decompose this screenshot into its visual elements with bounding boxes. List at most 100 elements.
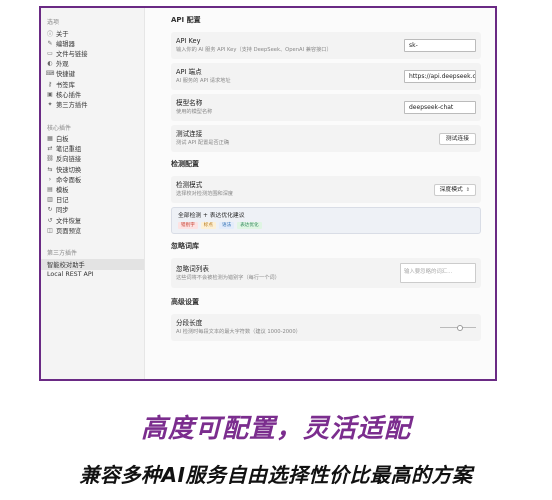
strategy-badge: 错别字 <box>178 222 198 229</box>
folder-icon: ▭ <box>47 49 53 57</box>
calendar-icon: ▥ <box>47 196 53 204</box>
mode-label: 检测模式 <box>176 181 203 189</box>
preview-icon: ◫ <box>47 226 53 234</box>
sidebar-item[interactable]: ⇆ 快速切换 <box>41 164 144 174</box>
sidebar-item[interactable]: ↻ 同步 <box>41 205 144 215</box>
sidebar-item[interactable]: ↺ 文件恢复 <box>41 215 144 225</box>
test-row: 测试连接 测试 API 配置是否正确 测试连接 <box>171 125 481 152</box>
tagline-primary: 高度可配置，灵活适配 <box>140 414 411 444</box>
strategy-badge: 标点 <box>200 222 216 229</box>
ignore-textarea[interactable]: 输入要忽略的词汇... <box>400 263 476 283</box>
sidebar-item-label: 笔记重组 <box>56 146 82 154</box>
ignore-label: 忽略词列表 <box>176 264 209 273</box>
sidebar-item-label: 反向链接 <box>56 156 82 164</box>
sidebar-item[interactable]: ▭ 文件与链接 <box>41 48 144 58</box>
slider-thumb[interactable] <box>456 324 463 331</box>
sidebar-item-label: 白板 <box>56 136 69 144</box>
sidebar-item[interactable]: 智能校对助手 <box>41 259 144 270</box>
mode-select-value: 深度模式 <box>439 186 463 193</box>
sidebar-section-core: 核心插件 <box>47 124 72 132</box>
chevron-updown-icon: ⇕ <box>465 186 470 193</box>
sidebar-item-label: 核心插件 <box>56 91 82 99</box>
sidebar-item-label: 外观 <box>56 61 69 69</box>
plugin-icon: ▣ <box>47 90 53 98</box>
sidebar-item[interactable]: ▤ 模板 <box>41 184 144 194</box>
sidebar-item[interactable]: ✎ 编辑器 <box>41 38 144 48</box>
strategy-badges: 错别字 标点 语法 表达优化 <box>178 222 474 229</box>
sidebar-item-label: 编辑器 <box>56 40 75 48</box>
strategy-badge: 表达优化 <box>237 222 262 229</box>
sidebar-item-label: 文件与链接 <box>56 50 88 58</box>
sidebar-item[interactable]: ⓘ 关于 <box>41 28 144 38</box>
arrows-icon: ⇄ <box>47 145 53 153</box>
model-label: 模型名称 <box>176 99 203 107</box>
key-icon: ⚷ <box>47 80 53 88</box>
ignore-row: 忽略词列表 这些词将不会被检测为错别字（每行一个词） 输入要忽略的词汇... <box>171 258 481 288</box>
model-desc: 使用的模型名称 <box>176 109 213 115</box>
endpoint-label: API 端点 <box>176 68 202 76</box>
api-key-input[interactable]: sk- <box>404 39 476 52</box>
strategy-title: 全部检测 + 表达优化建议 <box>178 213 245 219</box>
sidebar-item[interactable]: Local REST API <box>41 270 144 280</box>
sidebar-item[interactable]: ◐ 外观 <box>41 59 144 69</box>
ignore-desc: 这些词将不会被检测为错别字（每行一个词） <box>176 274 280 281</box>
settings-sidebar: 选项 ⓘ 关于 ✎ 编辑器 ▭ 文件与链接 ◐ 外观 ⌨ 快捷键 ⚷ 书签库 ▣ 核心插件 ✦ 第三方插件 核… <box>41 8 145 379</box>
history-icon: ↺ <box>47 216 53 224</box>
link-icon: ⛓ <box>46 155 54 163</box>
strategy-box: 全部检测 + 表达优化建议 错别字 标点 语法 表达优化 <box>171 207 481 234</box>
sidebar-item[interactable]: ▦ 白板 <box>41 134 144 144</box>
sidebar-item-label: 智能校对助手 <box>47 261 85 269</box>
sidebar-section-third-party: 第三方插件 <box>47 250 78 258</box>
sidebar-item-label: 第三方插件 <box>56 101 88 109</box>
sidebar-item[interactable]: ⛓ 反向链接 <box>41 154 144 164</box>
model-row: 模型名称 使用的模型名称 deepseek-chat <box>171 94 481 121</box>
model-input[interactable]: deepseek-chat <box>404 101 476 114</box>
advanced-section-title: 高级设置 <box>171 298 199 306</box>
sidebar-item-label: 文件恢复 <box>56 217 82 225</box>
test-connection-button[interactable]: 测试连接 <box>438 132 476 145</box>
sidebar-item-label: 快速切换 <box>56 166 82 174</box>
chunk-desc: AI 检测时每段文本的最大字符数（建议 1000-2000） <box>176 329 301 335</box>
chunk-slider[interactable] <box>440 324 476 331</box>
mode-select[interactable]: 深度模式 ⇕ <box>433 183 476 196</box>
terminal-icon: › <box>48 175 52 183</box>
edit-icon: ✎ <box>47 39 53 47</box>
sidebar-item[interactable]: ✦ 第三方插件 <box>41 99 144 109</box>
info-icon: ⓘ <box>47 30 54 38</box>
api-key-label: API Key <box>176 37 201 45</box>
puzzle-icon: ✦ <box>47 100 53 108</box>
endpoint-desc: AI 服务的 API 请求地址 <box>176 78 231 84</box>
sidebar-item-label: 同步 <box>56 207 69 215</box>
template-icon: ▤ <box>47 186 53 194</box>
endpoint-input[interactable]: https://api.deepseek.com <box>404 70 476 83</box>
sync-icon: ↻ <box>47 206 53 214</box>
detect-section-title: 检测配置 <box>171 160 199 168</box>
api-key-desc: 输入你的 AI 服务 API Key（支持 DeepSeek、OpenAI 兼容… <box>176 47 332 53</box>
sidebar-item-label: 模板 <box>56 187 69 195</box>
mode-row: 检测模式 选择校对检测范围和深度 深度模式 ⇕ <box>171 176 481 203</box>
settings-window: 选项 ⓘ 关于 ✎ 编辑器 ▭ 文件与链接 ◐ 外观 ⌨ 快捷键 ⚷ 书签库 ▣ 核心插件 ✦ 第三方插件 核… <box>39 6 497 381</box>
settings-main: API 配置 API Key 输入你的 AI 服务 API Key（支持 Dee… <box>146 8 495 379</box>
sidebar-section-options: 选项 <box>47 19 60 26</box>
sidebar-item-label: 快捷键 <box>56 71 75 79</box>
sidebar-item[interactable]: ▥ 日记 <box>41 195 144 205</box>
endpoint-row: API 端点 AI 服务的 API 请求地址 https://api.deeps… <box>171 63 481 90</box>
sidebar-item[interactable]: ▣ 核心插件 <box>41 89 144 99</box>
api-key-row: API Key 输入你的 AI 服务 API Key（支持 DeepSeek、O… <box>171 32 481 59</box>
api-section-title: API 配置 <box>171 16 201 24</box>
sidebar-item-label: 日记 <box>56 197 69 205</box>
sidebar-item[interactable]: ⌨ 快捷键 <box>41 69 144 79</box>
sidebar-item[interactable]: ⇄ 笔记重组 <box>41 144 144 154</box>
chunk-label: 分段长度 <box>176 319 203 327</box>
sidebar-item-label: 关于 <box>56 30 69 38</box>
sidebar-item-label: 书签库 <box>56 81 75 89</box>
test-label: 测试连接 <box>176 130 203 138</box>
sidebar-item[interactable]: ⚷ 书签库 <box>41 79 144 89</box>
chunk-row: 分段长度 AI 检测时每段文本的最大字符数（建议 1000-2000） <box>171 314 481 341</box>
sidebar-item-label: 命令面板 <box>56 176 82 184</box>
grid-icon: ▦ <box>47 135 53 143</box>
sidebar-item[interactable]: ◫ 页面预览 <box>41 225 144 235</box>
sidebar-item[interactable]: › 命令面板 <box>41 174 144 184</box>
sidebar-item-label: Local REST API <box>47 271 94 279</box>
test-desc: 测试 API 配置是否正确 <box>176 140 230 146</box>
